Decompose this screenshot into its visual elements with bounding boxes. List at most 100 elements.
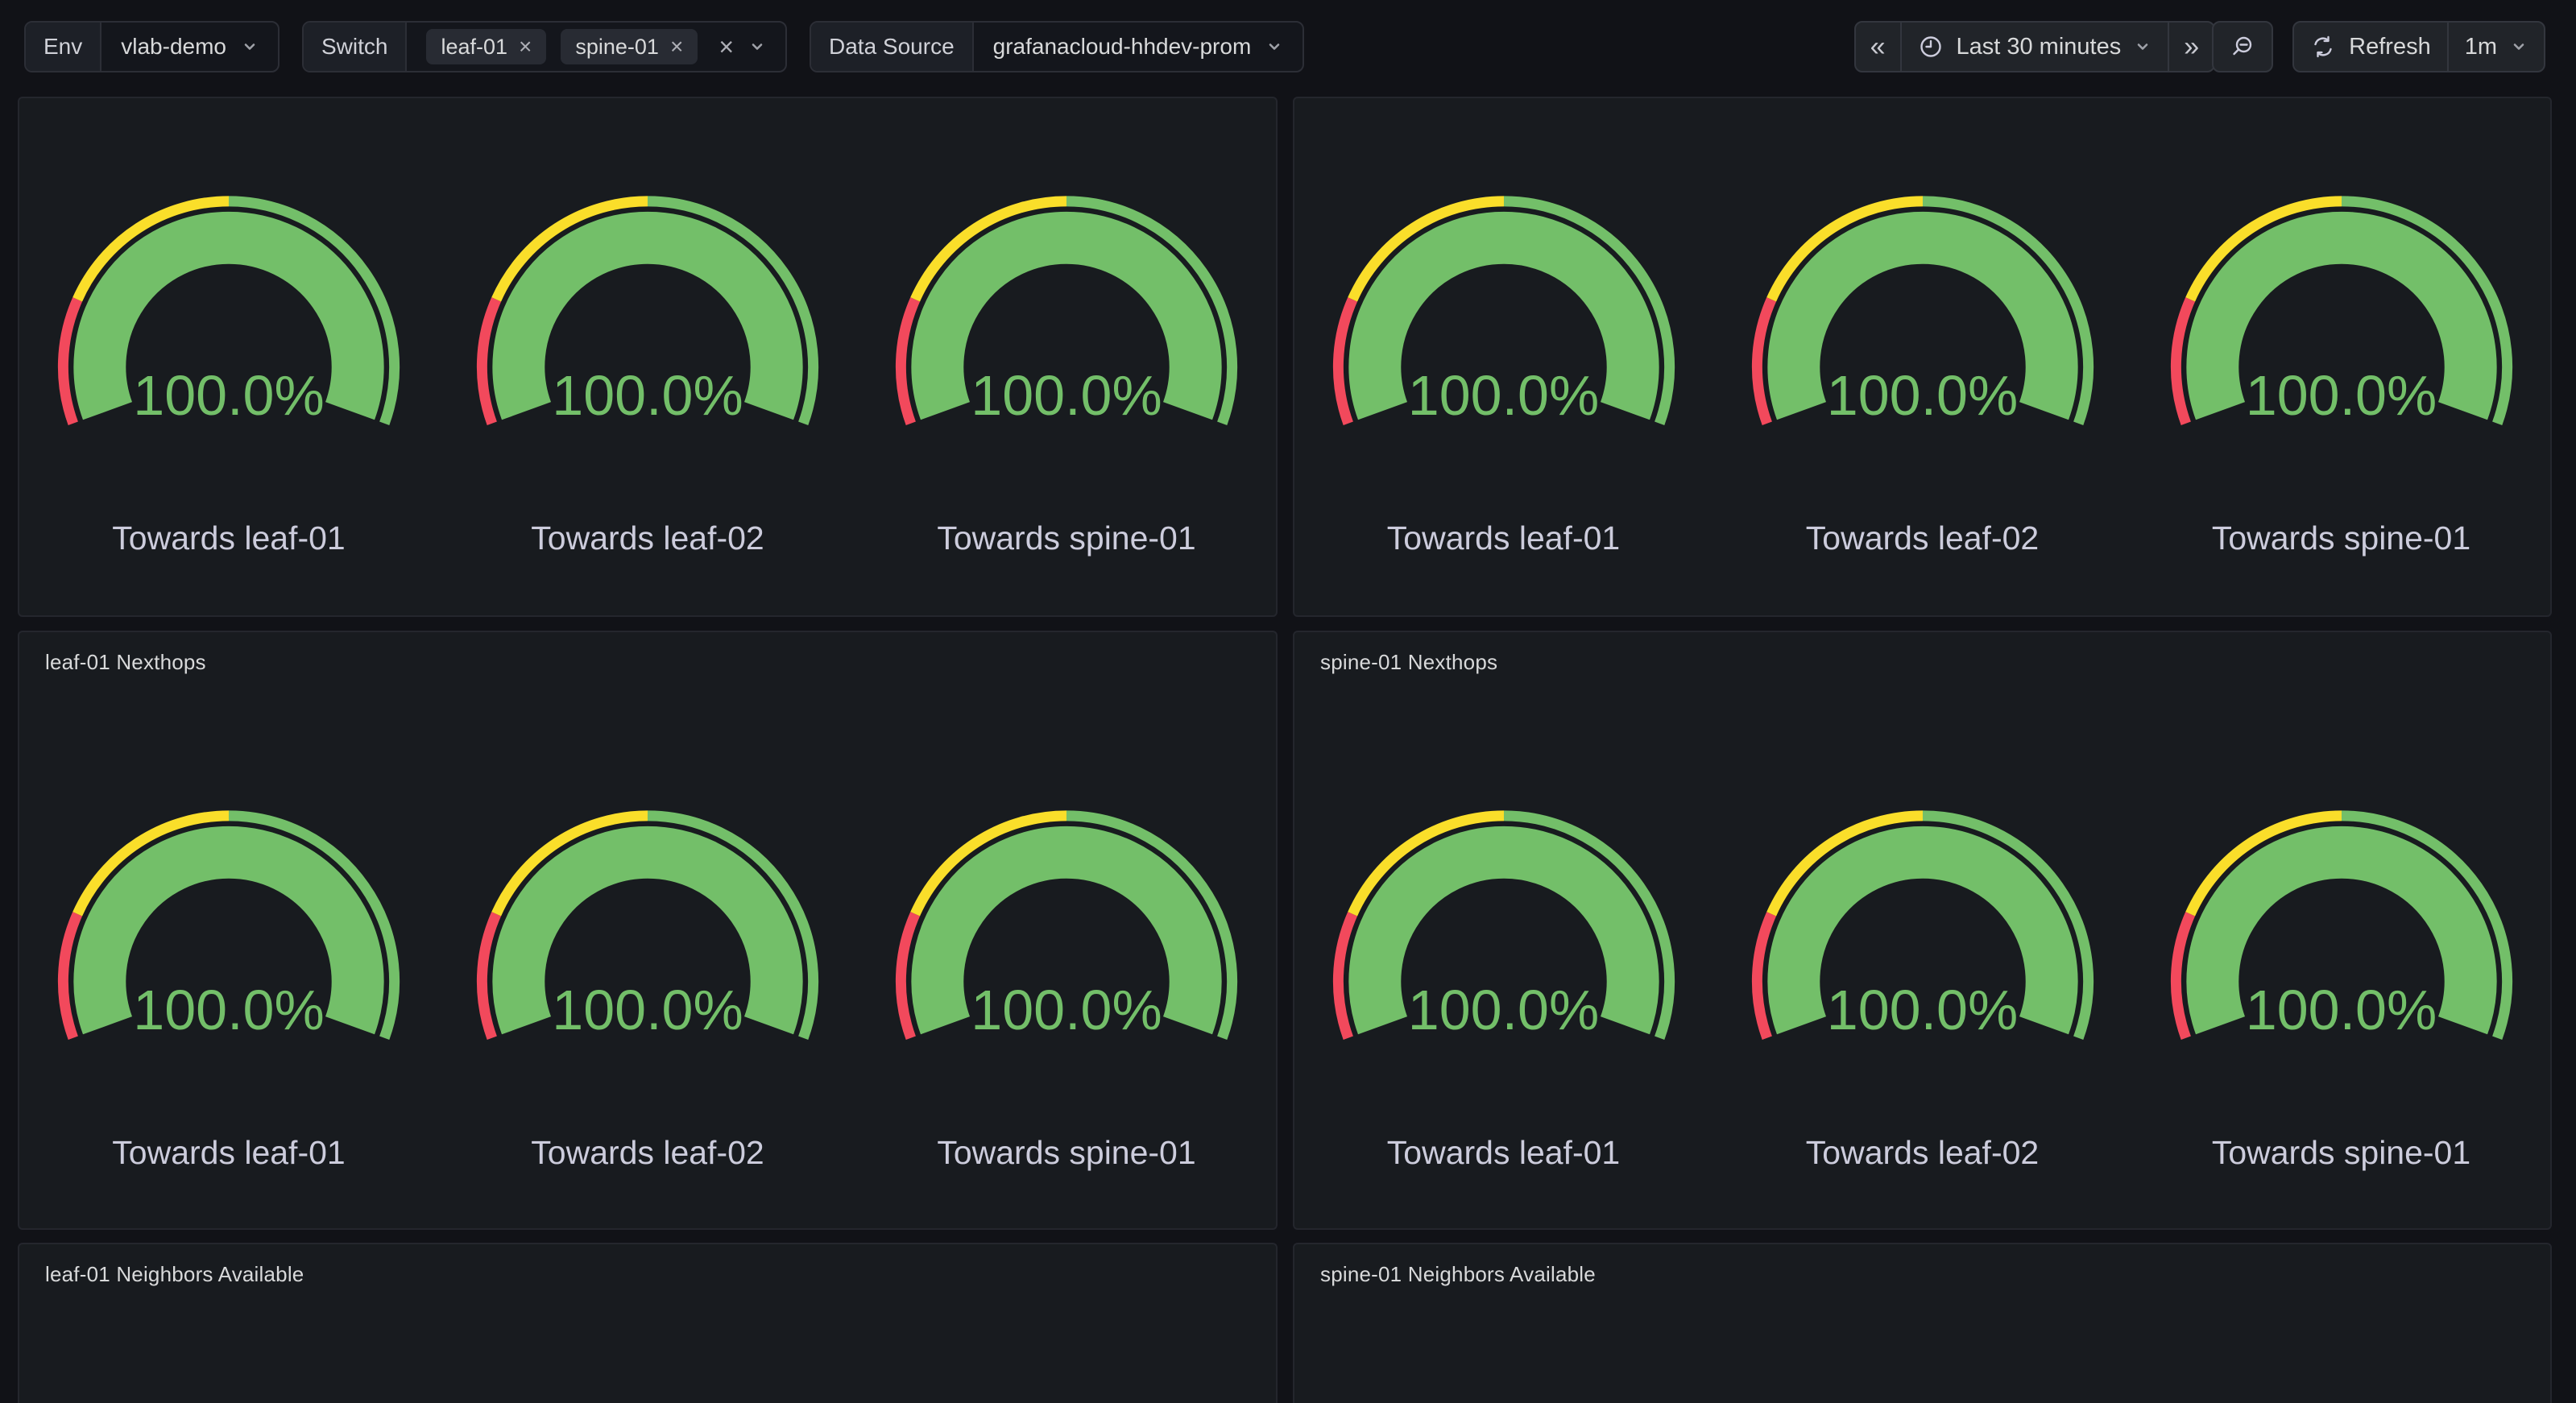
- gauge-arc: 100.0%: [2132, 192, 2551, 437]
- refresh-icon: [2310, 34, 2336, 60]
- refresh-group: Refresh 1m: [2292, 21, 2545, 72]
- env-variable-label: Env: [26, 23, 101, 71]
- gauge-value: 100.0%: [857, 982, 1276, 1038]
- switch-variable-value[interactable]: leaf-01 × spine-01 × ×: [407, 23, 785, 71]
- gauge-arc: 100.0%: [438, 807, 857, 1051]
- gauge-label: Towards leaf-01: [1387, 1133, 1620, 1172]
- gauge-label: Towards leaf-02: [531, 519, 764, 557]
- chevron-down-icon: [241, 38, 259, 56]
- gauge: 100.0% Towards leaf-02: [438, 192, 857, 557]
- time-controls: « Last 30 minutes »: [1854, 21, 2545, 72]
- gauge: 100.0% Towards spine-01: [857, 807, 1276, 1172]
- switch-tag-spine-01[interactable]: spine-01 ×: [561, 29, 698, 64]
- variables-bar: Env vlab-demo Switch leaf-01 × spine-01 …: [24, 21, 1304, 72]
- gauge-label: Towards spine-01: [937, 519, 1195, 557]
- gauge-arc: 100.0%: [1294, 192, 1713, 437]
- gauge-arc: 100.0%: [438, 192, 857, 437]
- clear-all-icon[interactable]: ×: [719, 34, 734, 60]
- gauge: 100.0% Towards spine-01: [2132, 192, 2551, 557]
- gauge-label: Towards leaf-01: [112, 1133, 345, 1172]
- chevron-down-icon: [748, 38, 766, 56]
- gauge-label: Towards leaf-02: [531, 1133, 764, 1172]
- gauge: 100.0% Towards leaf-02: [1713, 807, 2132, 1172]
- gauge-arc: 100.0%: [1713, 192, 2132, 437]
- gauge: 100.0% Towards leaf-01: [19, 192, 438, 557]
- gauge: 100.0% Towards leaf-01: [19, 807, 438, 1172]
- zoom-out-icon: [2230, 34, 2255, 60]
- panel-gauges-right: 100.0% Towards leaf-01 100.0% Towards le…: [1293, 97, 2552, 617]
- datasource-variable-value[interactable]: grafanacloud-hhdev-prom: [974, 23, 1303, 71]
- gauge: 100.0% Towards spine-01: [2132, 807, 2551, 1172]
- panel-leaf-01-neighbors: leaf-01 Neighbors Available: [18, 1243, 1278, 1403]
- refresh-label: Refresh: [2349, 34, 2431, 60]
- time-range-button[interactable]: Last 30 minutes: [1900, 23, 2168, 71]
- gauge-value: 100.0%: [2132, 982, 2551, 1038]
- env-variable-value[interactable]: vlab-demo: [101, 23, 278, 71]
- switch-variable: Switch leaf-01 × spine-01 × ×: [302, 21, 787, 72]
- gauge: 100.0% Towards leaf-01: [1294, 192, 1713, 557]
- gauge-row: 100.0% Towards leaf-01 100.0% Towards le…: [19, 192, 1276, 557]
- tag-text: spine-01: [575, 35, 659, 60]
- panel-title: spine-01 Neighbors Available: [1320, 1262, 1596, 1287]
- panel-title: leaf-01 Neighbors Available: [45, 1262, 304, 1287]
- time-shift-forward-button[interactable]: »: [2168, 23, 2214, 71]
- gauge-arc: 100.0%: [857, 192, 1276, 437]
- gauge-arc: 100.0%: [1294, 807, 1713, 1051]
- gauge: 100.0% Towards spine-01: [857, 192, 1276, 557]
- gauge-label: Towards leaf-02: [1806, 519, 2039, 557]
- switch-variable-label: Switch: [304, 23, 407, 71]
- panel-title: leaf-01 Nexthops: [45, 650, 206, 675]
- tag-text: leaf-01: [441, 35, 507, 60]
- env-variable: Env vlab-demo: [24, 21, 280, 72]
- clock-icon: [1918, 34, 1944, 60]
- gauge-label: Towards leaf-01: [112, 519, 345, 557]
- gauge-arc: 100.0%: [857, 807, 1276, 1051]
- gauge-value: 100.0%: [1713, 982, 2132, 1038]
- panel-gauges-left: 100.0% Towards leaf-01 100.0% Towards le…: [18, 97, 1278, 617]
- panel-spine-01-nexthops: spine-01 Nexthops 100.0% Towards leaf-01…: [1293, 631, 2552, 1230]
- gauge-label: Towards spine-01: [2212, 1133, 2470, 1172]
- gauge: 100.0% Towards leaf-02: [438, 807, 857, 1172]
- dashboard-toolbar: Env vlab-demo Switch leaf-01 × spine-01 …: [0, 0, 2576, 97]
- tag-remove-icon[interactable]: ×: [670, 35, 683, 58]
- gauge-arc: 100.0%: [19, 807, 438, 1051]
- gauge-label: Towards spine-01: [2212, 519, 2470, 557]
- refresh-interval-button[interactable]: 1m: [2447, 23, 2544, 71]
- env-value-text: vlab-demo: [121, 34, 226, 60]
- gauge: 100.0% Towards leaf-01: [1294, 807, 1713, 1172]
- time-picker-cluster: « Last 30 minutes »: [1854, 21, 2274, 72]
- time-picker-group: « Last 30 minutes »: [1854, 21, 2216, 72]
- tag-remove-icon[interactable]: ×: [519, 35, 532, 58]
- gauge-row: 100.0% Towards leaf-01 100.0% Towards le…: [19, 807, 1276, 1172]
- gauge-label: Towards leaf-01: [1387, 519, 1620, 557]
- switch-tag-leaf-01[interactable]: leaf-01 ×: [426, 29, 546, 64]
- gauge-value: 100.0%: [2132, 367, 2551, 424]
- gauge-label: Towards spine-01: [937, 1133, 1195, 1172]
- time-shift-back-button[interactable]: «: [1856, 23, 1900, 71]
- gauge-value: 100.0%: [1294, 367, 1713, 424]
- gauge-arc: 100.0%: [2132, 807, 2551, 1051]
- gauge-row: 100.0% Towards leaf-01 100.0% Towards le…: [1294, 807, 2550, 1172]
- panel-leaf-01-nexthops: leaf-01 Nexthops 100.0% Towards leaf-01 …: [18, 631, 1278, 1230]
- gauge-label: Towards leaf-02: [1806, 1133, 2039, 1172]
- gauge-row: 100.0% Towards leaf-01 100.0% Towards le…: [1294, 192, 2550, 557]
- gauge-value: 100.0%: [857, 367, 1276, 424]
- datasource-value-text: grafanacloud-hhdev-prom: [993, 34, 1252, 60]
- gauge: 100.0% Towards leaf-02: [1713, 192, 2132, 557]
- gauge-value: 100.0%: [1294, 982, 1713, 1038]
- time-range-text: Last 30 minutes: [1957, 34, 2122, 60]
- zoom-out-button[interactable]: [2212, 21, 2273, 72]
- gauge-value: 100.0%: [1713, 367, 2132, 424]
- gauge-value: 100.0%: [438, 367, 857, 424]
- gauge-arc: 100.0%: [19, 192, 438, 437]
- datasource-variable: Data Source grafanacloud-hhdev-prom: [810, 21, 1304, 72]
- gauge-value: 100.0%: [19, 982, 438, 1038]
- datasource-variable-label: Data Source: [811, 23, 974, 71]
- chevron-down-icon: [1265, 38, 1283, 56]
- refresh-button[interactable]: Refresh: [2294, 23, 2447, 71]
- refresh-interval-text: 1m: [2465, 34, 2497, 60]
- gauge-value: 100.0%: [19, 367, 438, 424]
- chevron-down-icon: [2510, 38, 2528, 56]
- gauge-value: 100.0%: [438, 982, 857, 1038]
- chevron-down-icon: [2134, 38, 2151, 56]
